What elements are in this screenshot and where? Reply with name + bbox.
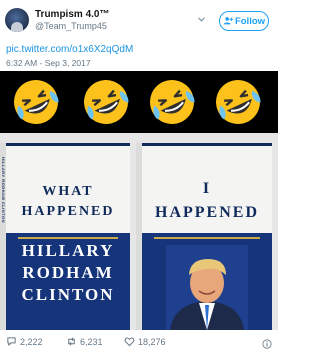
retweet-count: 6,231 [80, 336, 103, 347]
rolling-laughing-emoji-icon [216, 80, 261, 124]
tweet-media-image[interactable]: HILLARY RODHAM CLINTON WHAT HAPPENED HIL… [0, 133, 278, 330]
gold-rule [154, 237, 260, 239]
reply-action[interactable]: 2,222 [6, 336, 43, 347]
rolling-laughing-emoji-icon [84, 80, 129, 124]
emoji-row [0, 71, 278, 133]
rolling-laughing-emoji-icon [14, 80, 59, 124]
display-name[interactable]: Trumpism 4.0™ [35, 9, 109, 20]
chevron-down-icon[interactable] [197, 15, 206, 24]
heart-icon [124, 337, 135, 347]
book-cover-i-happened: I HAPPENED [142, 143, 272, 330]
tweet-media-link[interactable]: pic.twitter.com/o1x6X2qQdM [6, 44, 133, 55]
author-line1: HILLARY [21, 241, 115, 260]
book-title-line1: I [202, 180, 212, 197]
portrait-photo [166, 245, 248, 330]
timestamp[interactable]: 6:32 AM - Sep 3, 2017 [6, 58, 91, 68]
book-portrait-panel [142, 233, 272, 330]
user-handle[interactable]: @Team_Trump45 [35, 21, 107, 31]
tweet-card: Trumpism 4.0™ @Team_Trump45 Follow pic.t… [0, 0, 278, 356]
tweet-actions: 2,222 6,231 18,276 [0, 336, 278, 354]
author-line3: CLINTON [21, 285, 115, 304]
reply-count: 2,222 [20, 336, 43, 347]
tweet-header: Trumpism 4.0™ @Team_Trump45 Follow [0, 0, 278, 36]
book-title-line2: HAPPENED [155, 204, 259, 221]
gold-rule [18, 237, 118, 239]
author-line2: RODHAM [22, 263, 114, 282]
book-cover-what-happened: WHAT HAPPENED HILLARY RODHAM CLINTON [6, 143, 130, 330]
reply-icon [7, 337, 16, 346]
book-author-panel: HILLARY RODHAM CLINTON [6, 233, 130, 330]
avatar[interactable] [5, 8, 29, 32]
info-icon[interactable] [262, 339, 272, 349]
follow-button-label: Follow [234, 15, 266, 27]
follow-user-icon [223, 17, 233, 25]
like-action[interactable]: 18,276 [124, 336, 166, 347]
rolling-laughing-emoji-icon [150, 80, 195, 124]
like-count: 18,276 [138, 336, 166, 347]
retweet-action[interactable]: 6,231 [66, 336, 103, 347]
retweet-icon [68, 337, 75, 346]
book-title-line1: WHAT [42, 184, 94, 199]
follow-button[interactable]: Follow [219, 11, 269, 31]
book-title-line2: HAPPENED [21, 204, 115, 219]
